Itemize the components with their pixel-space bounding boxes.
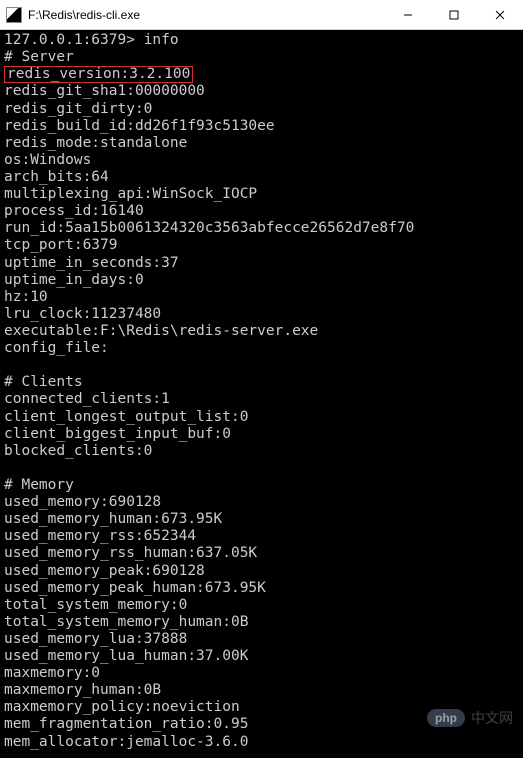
redis-version-line: redis_version:3.2.100 [4,66,193,83]
window-title: F:\Redis\redis-cli.exe [28,8,385,22]
server-line: config_file: [4,340,109,356]
server-line: multiplexing_api:WinSock_IOCP [4,186,257,202]
memory-line: used_memory_lua:37888 [4,631,187,647]
memory-line: mem_allocator:jemalloc-3.6.0 [4,734,248,750]
close-button[interactable] [477,0,523,29]
server-line: run_id:5aa15b0061324320c3563abfecce26562… [4,220,414,236]
server-line: redis_git_dirty:0 [4,101,152,117]
section-memory-heading: # Memory [4,477,74,493]
server-line: tcp_port:6379 [4,237,118,253]
section-clients-heading: # Clients [4,374,83,390]
clients-line: client_biggest_input_buf:0 [4,426,231,442]
clients-line: connected_clients:1 [4,391,170,407]
memory-line: used_memory:690128 [4,494,161,510]
close-icon [495,10,505,20]
terminal-output[interactable]: 127.0.0.1:6379> info # Server redis_vers… [0,30,523,758]
memory-line: used_memory_rss:652344 [4,528,196,544]
watermark-text: 中文网 [471,708,513,728]
server-line: uptime_in_days:0 [4,272,144,288]
server-line: executable:F:\Redis\redis-server.exe [4,323,318,339]
prompt-host: 127.0.0.1:6379> [4,32,135,48]
server-line: arch_bits:64 [4,169,109,185]
memory-line: used_memory_peak:690128 [4,563,205,579]
memory-line: maxmemory_human:0B [4,682,161,698]
server-line: os:Windows [4,152,91,168]
clients-line: client_longest_output_list:0 [4,409,248,425]
server-line: redis_build_id:dd26f1f93c5130ee [4,118,275,134]
section-server-heading: # Server [4,49,74,65]
memory-line: used_memory_lua_human:37.00K [4,648,248,664]
memory-line: used_memory_peak_human:673.95K [4,580,266,596]
memory-line: used_memory_rss_human:637.05K [4,545,257,561]
memory-line: used_memory_human:673.95K [4,511,222,527]
server-line: redis_mode:standalone [4,135,187,151]
memory-line: total_system_memory_human:0B [4,614,248,630]
memory-line: total_system_memory:0 [4,597,187,613]
memory-line: maxmemory_policy:noeviction [4,699,240,715]
server-line: process_id:16140 [4,203,144,219]
memory-line: mem_fragmentation_ratio:0.95 [4,716,248,732]
memory-line: maxmemory:0 [4,665,100,681]
server-line: hz:10 [4,289,48,305]
window-controls [385,0,523,29]
watermark-badge: php [427,709,465,727]
app-icon [6,7,22,23]
maximize-icon [449,10,459,20]
minimize-icon [403,10,413,20]
clients-line: blocked_clients:0 [4,443,152,459]
server-line: uptime_in_seconds:37 [4,255,179,271]
maximize-button[interactable] [431,0,477,29]
watermark: php 中文网 [427,708,513,728]
server-line: lru_clock:11237480 [4,306,161,322]
window-titlebar: F:\Redis\redis-cli.exe [0,0,523,30]
server-line: redis_git_sha1:00000000 [4,83,205,99]
minimize-button[interactable] [385,0,431,29]
command-text: info [144,32,179,48]
